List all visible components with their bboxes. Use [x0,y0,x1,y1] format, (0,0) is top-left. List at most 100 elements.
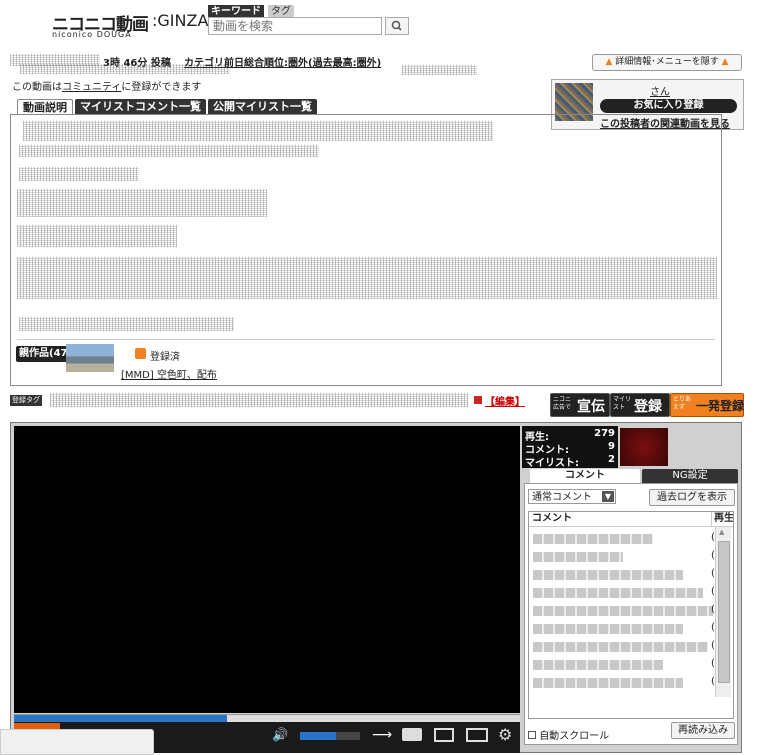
logo-sub: niconico DOUGA [52,30,132,39]
blurred-comment-text [533,606,713,616]
blurred-description-line [17,189,267,217]
search-input[interactable] [208,17,382,35]
comment-row[interactable]: ( [529,568,715,582]
comment-list: コメント 再生 ( ( ( ( ( ( ( ( ( ▲ [528,511,734,719]
blurred-comment-text [533,660,663,670]
search-tab-keyword-label: キーワード [211,6,261,17]
volume-icon[interactable]: 🔊 [272,728,288,743]
tab-ng-settings-label: NG設定 [672,470,708,481]
comment-row[interactable]: ( [529,640,715,654]
time-column-header: 再生 [711,512,733,526]
blurred-title [20,64,230,74]
stats-panel: 再生: 279 コメント: 9 マイリスト: 2 [522,426,618,469]
parent-work-link[interactable]: [MMD] 空色町、配布 [121,366,217,381]
tab-description-label: 動画説明 [23,101,67,114]
mylist-count-value: 2 [608,454,615,465]
quick-register-button[interactable]: とりあえず 一発登録 [670,393,744,417]
comment-row[interactable]: ( [529,532,715,546]
search-icon [391,20,402,31]
arrow-up-icon: ▲ [605,57,613,67]
mylist-count-label: マイリスト: [525,458,579,469]
registered-tags-label: 登録タグ [12,396,40,404]
chevron-down-icon: ▼ [602,491,614,502]
tab-description[interactable]: 動画説明 [17,99,73,115]
niconico-logo[interactable]: ニコニコ動画 :GINZA niconico DOUGA [52,10,209,39]
settings-gear-icon[interactable]: ⚙ [498,725,512,744]
auto-scroll-checkbox[interactable]: 自動スクロール [528,727,609,742]
comment-row[interactable]: ( [529,676,715,690]
registered-label: 登録済 [150,352,180,363]
nico-orange-marker [14,723,60,729]
edit-tags-link[interactable]: 【編集】 [485,393,525,408]
auto-scroll-label: 自動スクロール [539,731,610,742]
registered-tags-badge: 登録タグ [10,395,42,406]
past-log-button[interactable]: 過去ログを表示 [649,489,735,506]
comment-row[interactable]: ( [529,604,715,618]
parent-work-thumbnail[interactable] [66,344,114,372]
community-prefix: この動画は [12,82,62,93]
repeat-arrow-icon[interactable]: ⟶ [372,727,392,743]
scrollbar-thumb[interactable] [718,541,730,683]
mylist-label: 登録 [634,399,662,415]
checkbox-icon [528,731,536,739]
search-tab-tag-label: タグ [271,6,291,17]
description-box: 親作品(47) 登録済 [MMD] 空色町、配布 [10,114,722,386]
play-count-value: 279 [594,428,615,439]
comment-toggle-icon[interactable] [402,728,422,741]
comment-list-header: コメント 再生 [529,512,733,527]
comment-scrollbar[interactable]: ▲ [715,527,731,697]
hide-details-button[interactable]: ▲ 詳細情報･メニューを隠す ▲ [592,54,742,71]
rss-icon [135,348,146,359]
tab-public-mylists[interactable]: 公開マイリスト一覧 [208,99,317,114]
volume-slider[interactable] [300,732,360,740]
blurred-description-line [19,167,139,181]
blurred-comment-text [533,642,708,652]
comment-row[interactable]: ( [529,550,715,564]
window-mode-icon[interactable] [434,728,454,742]
quick-small-label: とりあえず [673,396,692,411]
past-log-label: 過去ログを表示 [657,492,727,503]
blurred-comment-text [533,624,683,634]
scroll-up-icon[interactable]: ▲ [719,528,724,536]
tab-comments[interactable]: コメント [530,469,640,483]
blurred-description-line [19,317,234,331]
blurred-description-line [23,121,493,141]
blurred-description-line [19,145,319,157]
comment-mode-select[interactable]: 通常コメント ▼ [528,489,616,504]
comment-row[interactable]: ( [529,658,715,672]
tab-mylist-comments-label: マイリストコメント一覧 [80,100,201,113]
description-divider [17,339,715,340]
blurred-comment-text [533,534,653,544]
reload-label: 再読み込み [678,725,728,736]
video-screen[interactable] [14,426,520,713]
favorite-register-button[interactable]: お気に入り登録 [600,99,737,113]
blurred-comment-text [533,570,683,580]
logo-suffix: :GINZA [152,11,209,30]
browser-status-overlay [0,729,154,755]
tab-public-mylists-label: 公開マイリスト一覧 [213,100,312,113]
tab-mylist-comments[interactable]: マイリストコメント一覧 [75,99,206,114]
comment-mode-label: 通常コメント [532,492,592,503]
fullscreen-icon[interactable] [466,728,488,742]
blurred-comment-text [533,552,623,562]
advertise-label: 宣伝 [577,399,605,415]
uploader-name[interactable]: さん [650,83,670,98]
search-button[interactable] [385,17,409,35]
favorite-register-label: お気に入り登録 [633,100,704,111]
mylist-small-label: マイリスト [613,396,632,411]
blurred-tag-list [50,393,468,407]
blurred-description-line [17,225,177,247]
advertise-button[interactable]: ニコニ広告で 宣伝 [550,393,610,417]
arrow-up-icon: ▲ [721,57,729,67]
video-thumbnail [620,428,668,466]
comment-row[interactable]: ( [529,586,715,600]
comment-panel: 通常コメント ▼ 過去ログを表示 コメント 再生 ( ( ( ( ( ( ( ( ( ▲ 自動ス… [524,483,738,745]
community-note: この動画はコミュニティに登録ができます [12,78,201,93]
comment-row[interactable]: ( [529,622,715,636]
mylist-register-button[interactable]: マイリスト 登録 [610,393,670,417]
hide-details-label: 詳細情報･メニューを隠す [615,57,719,67]
tab-ng-settings[interactable]: NG設定 [642,469,738,483]
tag-lock-icon [474,396,482,404]
reload-button[interactable]: 再読み込み [671,722,735,739]
community-link[interactable]: コミュニティ [62,82,121,93]
